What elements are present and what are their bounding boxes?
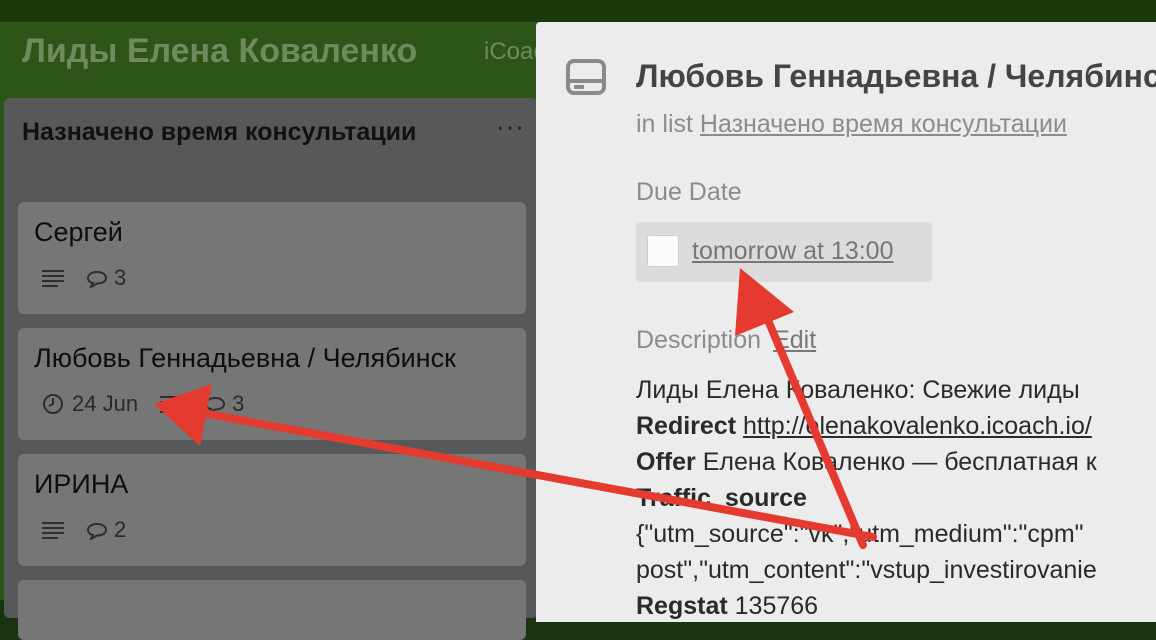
comments-badge: 3: [204, 391, 244, 417]
clock-icon: [42, 393, 64, 415]
description-badge: [160, 395, 183, 413]
due-badge-date: 24 Jun: [72, 391, 139, 416]
description-header: Description Edit: [636, 326, 816, 355]
description-line: post","utm_content":"vstup_investirovani…: [636, 556, 1097, 584]
description-line: Traffic_source: [636, 480, 1156, 516]
card-partial[interactable]: [18, 580, 526, 640]
due-date-badge[interactable]: tomorrow at 13:00: [636, 222, 932, 282]
due-complete-checkbox[interactable]: [647, 235, 679, 267]
in-list-prefix: in list: [636, 110, 693, 138]
card-title: Любовь Геннадьевна / Челябинск: [34, 343, 456, 373]
redirect-key: Redirect: [636, 412, 737, 440]
description-line: Regstat 135766: [636, 588, 1156, 624]
comments-badge: 2: [86, 517, 126, 543]
description-label: Description: [636, 326, 762, 354]
due-date-value[interactable]: tomorrow at 13:00: [692, 237, 894, 266]
card-icon: [566, 59, 606, 100]
edit-description-link[interactable]: Edit: [773, 326, 816, 354]
card-detail-title[interactable]: Любовь Геннадьевна / Челябинск: [636, 58, 1156, 95]
description-lines-icon: [160, 395, 183, 413]
list-column: Назначено время консультации ··· Сергей …: [4, 98, 538, 640]
traffic-source-key: Traffic_source: [636, 484, 807, 512]
card-irina[interactable]: ИРИНА 2: [18, 454, 526, 566]
comment-icon: [204, 396, 226, 414]
due-badge: 24 Jun: [42, 391, 138, 417]
list-title[interactable]: Назначено время консультации: [22, 114, 422, 151]
card-detail-panel: Любовь Геннадьевна / Челябинск in list Н…: [536, 22, 1156, 622]
description-line: Offer Елена Коваленко — бесплатная к: [636, 444, 1156, 480]
card-badges: 2: [42, 515, 148, 545]
comments-badge: 3: [86, 265, 126, 291]
comment-count: 3: [232, 391, 245, 416]
card-lyubov[interactable]: Любовь Геннадьевна / Челябинск 24 Jun 3: [18, 328, 526, 440]
regstat-value: 135766: [734, 592, 819, 620]
offer-key: Offer: [636, 448, 696, 476]
card-badges: 24 Jun 3: [42, 389, 266, 419]
regstat-key: Regstat: [636, 592, 728, 620]
comment-count: 2: [114, 517, 127, 542]
description-lines-icon: [42, 269, 64, 287]
card-sergey[interactable]: Сергей 3: [18, 202, 526, 314]
description-lines-icon: [42, 521, 64, 539]
description-body: Лиды Елена Коваленко: Свежие лиды Redire…: [636, 372, 1156, 624]
description-line: Лиды Елена Коваленко: Свежие лиды: [636, 376, 1080, 404]
top-band: [0, 0, 1156, 22]
comment-icon: [86, 522, 108, 540]
comment-icon: [86, 270, 108, 288]
due-date-label: Due Date: [636, 178, 742, 206]
card-badges: 3: [42, 263, 148, 293]
offer-value: Елена Коваленко — бесплатная к: [702, 448, 1097, 476]
description-line: {"utm_source":"vk","utm_medium":"cpm": [636, 520, 1084, 548]
card-title: ИРИНА: [34, 469, 129, 499]
redirect-link[interactable]: http://elenakovalenko.icoach.io/: [743, 412, 1092, 440]
comment-count: 3: [114, 265, 127, 290]
description-badge: [42, 521, 64, 539]
description-line: Redirect http://elenakovalenko.icoach.io…: [636, 408, 1156, 444]
in-list-line: in list Назначено время консультации: [636, 110, 1067, 139]
in-list-link[interactable]: Назначено время консультации: [700, 110, 1067, 138]
list-menu-button[interactable]: ···: [496, 113, 525, 139]
board-title[interactable]: Лиды Елена Коваленко: [22, 32, 417, 71]
card-title: Сергей: [34, 217, 123, 247]
description-badge: [42, 269, 64, 287]
